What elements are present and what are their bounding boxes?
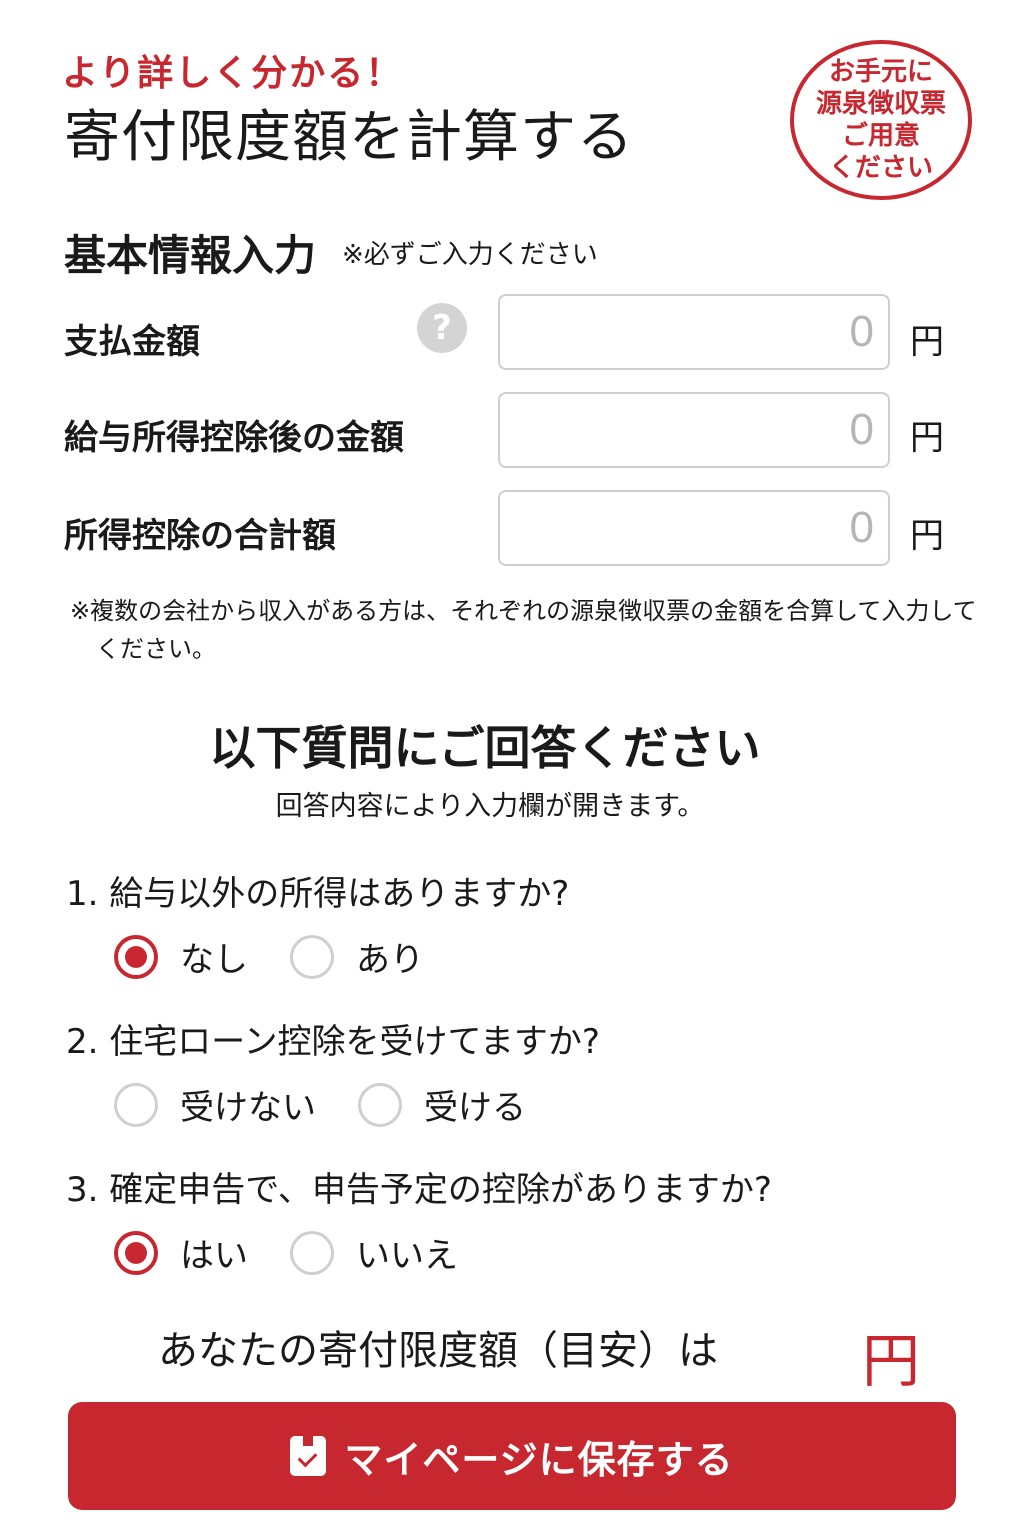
radio-tax-return-yes[interactable]: はい [114,1228,248,1277]
donation-limit-result-label: あなたの寄付限度額（目安）は [158,1328,718,1374]
radio-unselected-icon[interactable] [114,1082,158,1127]
radio-label: 受ける [424,1088,526,1128]
prepare-withholding-slip-stamp: お手元に 源泉徴収票 ご用意 ください [790,40,972,200]
radio-other-income-none[interactable]: なし [114,932,248,981]
radio-tax-return-no[interactable]: いいえ [290,1228,458,1277]
yen-unit: 円 [910,322,944,362]
radio-label: あり [356,940,424,980]
page-title: 寄付限度額を計算する [64,105,634,170]
question-housing-loan: 2. 住宅ローン控除を受けてますか? [66,1022,600,1062]
radio-housing-loan-no[interactable]: 受けない [114,1080,316,1129]
post-deduction-salary-label: 給与所得控除後の金額 [64,418,404,458]
result-yen-unit: 円 [862,1327,921,1395]
save-to-mypage-button[interactable]: マイページに保存する [68,1402,956,1510]
questions-subheading: 回答内容により入力欄が開きます。 [275,791,705,822]
radio-selected-icon[interactable] [114,1230,158,1275]
stamp-line: ご用意 [841,121,920,151]
radio-label: なし [180,940,248,980]
payment-amount-input[interactable] [498,294,890,370]
question-other-income: 1. 給与以外の所得はありますか? [66,874,570,914]
radio-selected-icon[interactable] [114,934,158,979]
radio-unselected-icon[interactable] [290,1230,334,1275]
radio-other-income-yes[interactable]: あり [290,932,424,981]
save-button-label: マイページに保存する [344,1439,734,1482]
tagline: より詳しく分かる！ [62,53,404,94]
radio-housing-loan-yes[interactable]: 受ける [358,1080,526,1129]
help-icon[interactable]: ? [417,303,467,353]
radio-unselected-icon[interactable] [290,934,334,979]
total-income-deduction-input[interactable] [498,490,890,566]
stamp-line: お手元に [828,57,933,87]
payment-amount-label: 支払金額 [64,322,200,362]
radio-label: 受けない [180,1088,316,1128]
save-bookmark-icon [290,1436,327,1476]
stamp-line: ください [828,153,933,183]
radio-label: いいえ [356,1236,458,1276]
yen-unit: 円 [910,418,944,458]
multiple-employers-footnote: ※複数の会社から収入がある方は、それぞれの源泉徴収票の金額を合算して入力してくだ… [70,597,977,663]
radio-unselected-icon[interactable] [358,1082,402,1127]
stamp-line: 源泉徴収票 [815,89,946,119]
radio-label: はい [180,1236,248,1276]
basic-info-title: 基本情報入力 [64,231,317,280]
total-income-deduction-label: 所得控除の合計額 [64,516,336,556]
required-note: ※必ずご入力ください [342,240,598,270]
yen-unit: 円 [910,516,944,556]
question-tax-return-deduction: 3. 確定申告で、申告予定の控除がありますか? [66,1170,772,1210]
questions-heading: 以下質問にご回答ください [209,721,761,775]
post-deduction-salary-input[interactable] [498,392,890,468]
